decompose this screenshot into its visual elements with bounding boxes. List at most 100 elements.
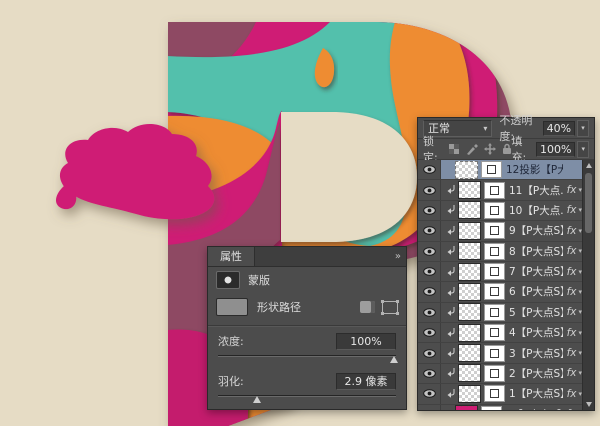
fill-dropdown-button[interactable]: ▾ <box>577 141 589 158</box>
vector-mask-thumbnail[interactable] <box>481 406 502 410</box>
fill-value[interactable]: 100% <box>536 142 575 157</box>
layer-name[interactable]: 7【P大点S】 <box>509 264 563 279</box>
layer-row[interactable]: 5【P大点S】 fx ▾ <box>418 303 583 323</box>
layer-thumbnail[interactable] <box>458 385 481 403</box>
layer-name[interactable]: 2【P大点S】 <box>509 366 563 381</box>
layer-thumbnail[interactable] <box>458 181 481 199</box>
fx-badge[interactable]: fx <box>567 286 577 298</box>
visibility-toggle[interactable] <box>418 343 441 362</box>
visibility-toggle[interactable] <box>418 201 441 220</box>
vector-mask-thumbnail[interactable] <box>484 324 505 341</box>
fx-badge[interactable]: fx <box>567 347 577 359</box>
lock-transparency-icon[interactable] <box>449 144 460 155</box>
tab-properties[interactable]: 属性 <box>208 247 255 266</box>
layer-thumbnail[interactable] <box>455 405 478 410</box>
fx-badge[interactable]: fx <box>567 225 577 237</box>
layer-thumbnail[interactable] <box>458 303 481 321</box>
vector-mask-thumbnail[interactable] <box>484 243 505 260</box>
visibility-toggle[interactable] <box>418 364 441 383</box>
layer-row[interactable]: 9【P大点S】 fx ▾ <box>418 221 583 241</box>
layer-thumbnail[interactable] <box>455 161 478 179</box>
vector-mask-thumbnail[interactable] <box>484 345 505 362</box>
layer-row[interactable]: 6【P大点S】 fx ▾ <box>418 282 583 302</box>
scroll-up-icon[interactable] <box>586 163 592 168</box>
visibility-toggle[interactable] <box>418 160 441 179</box>
opacity-dropdown-button[interactable]: ▾ <box>577 120 589 137</box>
layer-thumbnail[interactable] <box>458 263 481 281</box>
scrollbar-thumb[interactable] <box>585 173 592 233</box>
vector-mask-thumbnail[interactable] <box>484 222 505 239</box>
density-value[interactable]: 100% <box>336 333 396 350</box>
layer-thumbnail[interactable] <box>458 283 481 301</box>
layer-row[interactable]: 11【P大点... fx ▾ <box>418 180 583 200</box>
layer-name[interactable]: 11【P大点... <box>509 183 563 198</box>
layer-name[interactable]: 3【P大点S】 <box>509 346 563 361</box>
visibility-toggle[interactable] <box>418 221 441 240</box>
layer-thumbnail[interactable] <box>458 324 481 342</box>
vector-mask-thumbnail[interactable] <box>484 263 505 280</box>
layer-row[interactable]: 4【P大点S】 fx ▾ <box>418 323 583 343</box>
layer-name[interactable]: 10【P大点... <box>509 203 563 218</box>
layer-row[interactable]: P【P大点S】 fx ▾ <box>418 405 583 411</box>
layer-row[interactable]: 3【P大点S】 fx ▾ <box>418 343 583 363</box>
layer-thumbnail[interactable] <box>458 201 481 219</box>
feather-slider-thumb[interactable] <box>253 396 261 403</box>
fx-badge[interactable]: fx <box>567 245 577 257</box>
visibility-toggle[interactable] <box>418 262 441 281</box>
feather-value[interactable]: 2.9 像素 <box>336 373 396 390</box>
layer-name[interactable]: 1【P大点S】 <box>509 386 563 401</box>
lock-pixels-brush-icon[interactable] <box>466 144 478 155</box>
fx-badge[interactable]: fx <box>567 408 577 410</box>
lock-all-padlock-icon[interactable] <box>502 143 512 155</box>
layer-name[interactable]: 9【P大点S】 <box>509 223 563 238</box>
fx-badge[interactable]: fx <box>567 266 577 278</box>
layer-thumbnail[interactable] <box>458 364 481 382</box>
lock-position-move-icon[interactable] <box>484 143 496 155</box>
layer-thumbnail[interactable] <box>458 242 481 260</box>
visibility-toggle[interactable] <box>418 323 441 342</box>
density-slider[interactable] <box>218 353 396 363</box>
visibility-toggle[interactable] <box>418 180 441 199</box>
fx-badge[interactable]: fx <box>567 184 577 196</box>
panel-collapse-icon[interactable]: » <box>389 251 406 262</box>
layer-name[interactable]: P【P大点S】 <box>506 407 563 410</box>
visibility-toggle[interactable] <box>418 405 441 411</box>
opacity-value[interactable]: 40% <box>543 121 575 136</box>
layers-scrollbar[interactable] <box>582 160 594 410</box>
visibility-toggle[interactable] <box>418 242 441 261</box>
layer-row[interactable]: 8【P大点S】 fx ▾ <box>418 242 583 262</box>
layer-name[interactable]: 5【P大点S】 <box>509 305 563 320</box>
fx-badge[interactable]: fx <box>567 204 577 216</box>
scroll-down-icon[interactable] <box>586 402 592 407</box>
feather-slider[interactable] <box>218 393 396 403</box>
mask-edge-icon[interactable] <box>360 301 375 313</box>
layer-name[interactable]: 4【P大点S】 <box>509 325 563 340</box>
vector-mask-thumbnail[interactable] <box>484 385 505 402</box>
layer-row[interactable]: 12投影【P大点S】 fx ▾ <box>418 160 583 180</box>
shape-path-swatch[interactable] <box>216 298 248 316</box>
visibility-toggle[interactable] <box>418 282 441 301</box>
layer-row[interactable]: 1【P大点S】 fx ▾ <box>418 384 583 404</box>
layer-thumbnail[interactable] <box>458 222 481 240</box>
visibility-toggle[interactable] <box>418 384 441 403</box>
fx-badge[interactable]: fx <box>567 367 577 379</box>
fx-badge[interactable]: fx <box>567 388 577 400</box>
vector-mask-thumbnail[interactable] <box>484 304 505 321</box>
fx-badge[interactable]: fx <box>567 327 577 339</box>
layer-row[interactable]: 7【P大点S】 fx ▾ <box>418 262 583 282</box>
density-slider-thumb[interactable] <box>390 356 398 363</box>
layer-name[interactable]: 12投影【P大点S】 <box>506 162 563 177</box>
vector-mask-thumbnail[interactable] <box>481 161 502 178</box>
vector-mask-thumbnail[interactable] <box>484 202 505 219</box>
vector-mask-thumbnail[interactable] <box>484 365 505 382</box>
vector-mask-thumbnail[interactable] <box>484 283 505 300</box>
vector-mask-thumbnail[interactable] <box>484 182 505 199</box>
layer-row[interactable]: 10【P大点... fx ▾ <box>418 201 583 221</box>
vector-mask-frame-icon[interactable] <box>382 301 398 314</box>
layer-row[interactable]: 2【P大点S】 fx ▾ <box>418 364 583 384</box>
layer-name[interactable]: 8【P大点S】 <box>509 244 563 259</box>
visibility-toggle[interactable] <box>418 303 441 322</box>
layer-name[interactable]: 6【P大点S】 <box>509 284 563 299</box>
layer-thumbnail[interactable] <box>458 344 481 362</box>
fx-badge[interactable]: fx <box>567 306 577 318</box>
